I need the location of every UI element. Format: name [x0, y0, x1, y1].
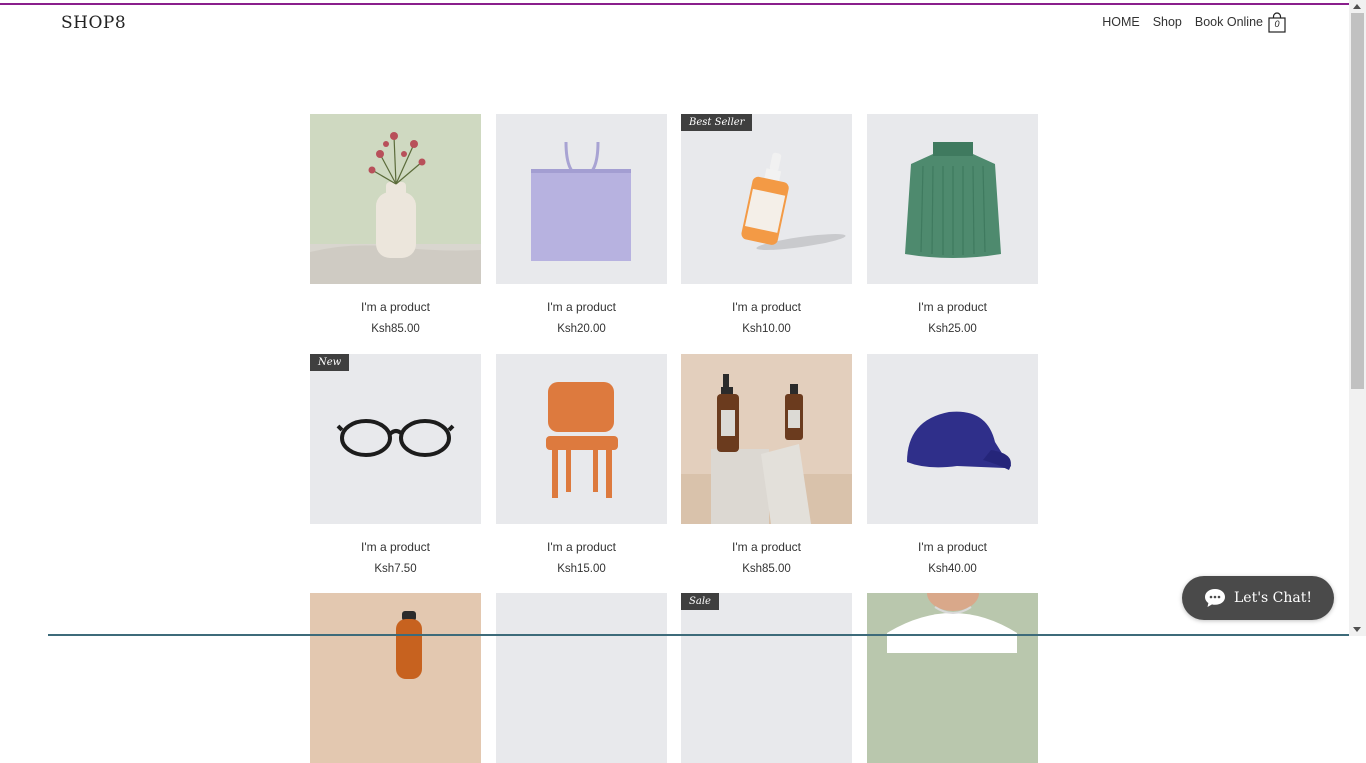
- product-name[interactable]: I'm a product: [681, 300, 852, 314]
- main-nav: HOME Shop Book Online 0: [1102, 12, 1286, 32]
- cart-button[interactable]: 0: [1268, 12, 1286, 32]
- blank-image: [681, 593, 852, 763]
- cart-count: 0: [1268, 19, 1286, 29]
- product-image[interactable]: [310, 114, 481, 284]
- product-price: Ksh7.50: [310, 563, 481, 575]
- product-image[interactable]: [310, 354, 481, 524]
- product-price: Ksh20.00: [496, 323, 667, 335]
- serum-bottle-image: [681, 114, 852, 284]
- white-tshirt-image: [867, 593, 1038, 763]
- site-header: SHOP8 HOME Shop Book Online 0: [0, 5, 1349, 45]
- product-name[interactable]: I'm a product: [310, 540, 481, 554]
- blue-cap-image: [867, 354, 1038, 524]
- product-price: Ksh10.00: [681, 323, 852, 335]
- product-price: Ksh25.00: [867, 323, 1038, 335]
- blank-image: [496, 593, 667, 763]
- nav-item-book-online[interactable]: Book Online: [1195, 15, 1263, 29]
- product-image[interactable]: [681, 593, 852, 763]
- product-ribbon: New: [310, 354, 349, 371]
- product-image[interactable]: [496, 354, 667, 524]
- scroll-up-arrow-icon[interactable]: [1353, 4, 1361, 9]
- green-sweater-image: [867, 114, 1038, 284]
- amber-bottles-image: [681, 354, 852, 524]
- product-ribbon: Best Seller: [681, 114, 752, 131]
- product-image[interactable]: [867, 354, 1038, 524]
- wooden-chair-image: [496, 354, 667, 524]
- eyeglasses-image: [310, 354, 481, 524]
- product-image[interactable]: [867, 593, 1038, 763]
- product-name[interactable]: I'm a product: [310, 300, 481, 314]
- vertical-scrollbar[interactable]: [1349, 0, 1366, 636]
- product-price: Ksh85.00: [681, 563, 852, 575]
- product-price: Ksh40.00: [867, 563, 1038, 575]
- product-name[interactable]: I'm a product: [867, 540, 1038, 554]
- nav-item-home[interactable]: HOME: [1102, 15, 1140, 29]
- product-image[interactable]: [310, 593, 481, 763]
- chat-bubble-icon: [1204, 588, 1226, 608]
- product-name[interactable]: I'm a product: [681, 540, 852, 554]
- chat-label: Let's Chat!: [1234, 590, 1312, 606]
- product-name[interactable]: I'm a product: [867, 300, 1038, 314]
- product-name[interactable]: I'm a product: [496, 540, 667, 554]
- site-logo[interactable]: SHOP8: [61, 13, 126, 33]
- product-image[interactable]: [496, 114, 667, 284]
- scroll-down-arrow-icon[interactable]: [1353, 627, 1361, 632]
- product-name[interactable]: I'm a product: [496, 300, 667, 314]
- product-image[interactable]: [681, 354, 852, 524]
- tote-bag-image: [496, 114, 667, 284]
- nav-item-shop[interactable]: Shop: [1153, 15, 1182, 29]
- product-price: Ksh15.00: [496, 563, 667, 575]
- orange-bottle-image: [310, 593, 481, 763]
- chat-button[interactable]: Let's Chat!: [1182, 576, 1334, 620]
- scroll-thumb[interactable]: [1351, 13, 1364, 389]
- product-ribbon: Sale: [681, 593, 719, 610]
- product-image[interactable]: [681, 114, 852, 284]
- flower-vase-image: [310, 114, 481, 284]
- product-image[interactable]: [496, 593, 667, 763]
- product-price: Ksh85.00: [310, 323, 481, 335]
- product-image[interactable]: [867, 114, 1038, 284]
